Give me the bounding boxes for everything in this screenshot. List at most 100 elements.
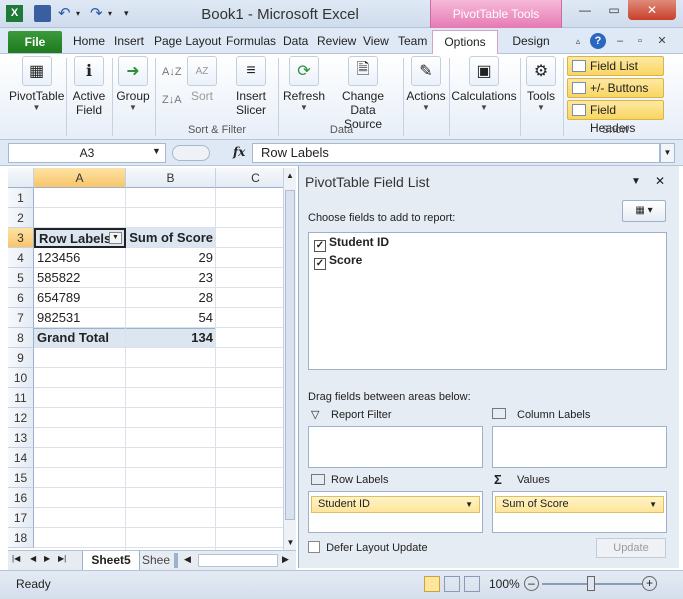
report-filter-area[interactable]: [308, 426, 483, 468]
group-button[interactable]: ➜ Group ▼: [115, 56, 151, 112]
row-header[interactable]: 4: [8, 248, 34, 268]
close-button[interactable]: ✕: [628, 0, 676, 20]
column-header-a[interactable]: A: [34, 168, 126, 188]
change-data-source-button[interactable]: 🗎 Change Data Source: [328, 56, 398, 131]
scroll-right-icon[interactable]: ▶: [282, 554, 289, 565]
scroll-down-icon[interactable]: ▼: [284, 538, 297, 547]
tab-review[interactable]: Review: [317, 34, 356, 48]
select-all-corner[interactable]: [8, 168, 34, 188]
field-student-id[interactable]: ✓ Student ID: [314, 235, 389, 252]
sort-za-icon[interactable]: Z↓A: [162, 94, 182, 106]
row-header[interactable]: 9: [8, 348, 34, 368]
field-list-toggle[interactable]: Field List: [567, 56, 664, 76]
tab-options[interactable]: Options: [432, 30, 498, 55]
column-labels-area[interactable]: [492, 426, 667, 468]
formula-bar-splitter[interactable]: [172, 145, 210, 161]
scroll-thumb[interactable]: [285, 190, 295, 520]
table-row-score[interactable]: 29: [126, 248, 216, 268]
next-sheet-icon[interactable]: ▶: [44, 554, 50, 563]
sort-az-icon[interactable]: A↓Z: [162, 66, 182, 78]
workbook-close-icon[interactable]: ✕: [654, 33, 670, 49]
row-header[interactable]: 17: [8, 508, 34, 528]
row-header[interactable]: 6: [8, 288, 34, 308]
page-break-view-icon[interactable]: [464, 576, 480, 592]
checkbox-student-id[interactable]: ✓: [314, 240, 326, 252]
field-score[interactable]: ✓ Score: [314, 253, 362, 270]
checkbox-defer-layout[interactable]: [308, 541, 320, 553]
table-row-score[interactable]: 54: [126, 308, 216, 328]
checkbox-score[interactable]: ✓: [314, 258, 326, 270]
field-headers-toggle[interactable]: Field Headers: [567, 100, 664, 135]
name-box[interactable]: A3: [8, 143, 166, 163]
row-header[interactable]: 12: [8, 408, 34, 428]
row-labels-area[interactable]: Student ID ▼: [308, 491, 483, 533]
normal-view-icon[interactable]: [424, 576, 440, 592]
table-row-id[interactable]: 982531: [34, 308, 126, 328]
row-header[interactable]: 14: [8, 448, 34, 468]
tab-view[interactable]: View: [363, 34, 389, 48]
insert-slicer-button[interactable]: ≡ Insert Slicer: [230, 56, 272, 117]
sheet-tab[interactable]: Shee: [142, 553, 170, 567]
value-field-chip[interactable]: Sum of Score ▼: [495, 496, 664, 513]
row-header[interactable]: 1: [8, 188, 34, 208]
values-area[interactable]: Sum of Score ▼: [492, 491, 667, 533]
actions-button[interactable]: ✎ Actions ▼: [406, 56, 446, 112]
row-field-chip[interactable]: Student ID ▼: [311, 496, 480, 513]
row-header[interactable]: 10: [8, 368, 34, 388]
grand-total-value[interactable]: 134: [126, 328, 216, 348]
defer-layout-update[interactable]: Defer Layout Update: [308, 541, 428, 554]
table-row-score[interactable]: 28: [126, 288, 216, 308]
zoom-in-icon[interactable]: +: [642, 576, 657, 591]
row-header[interactable]: 8: [8, 328, 34, 348]
pivottable-button[interactable]: ▦ PivotTable ▼: [9, 56, 64, 112]
chevron-down-icon[interactable]: ▼: [465, 497, 473, 512]
refresh-button[interactable]: ⟳ Refresh ▼: [283, 56, 325, 112]
active-field-button[interactable]: ℹ Active Field: [70, 56, 108, 117]
minimize-button[interactable]: —: [570, 0, 600, 20]
table-row-id[interactable]: 585822: [34, 268, 126, 288]
tab-insert[interactable]: Insert: [114, 34, 144, 48]
insert-function-icon[interactable]: fx: [233, 145, 245, 159]
tab-page-layout[interactable]: Page Layout: [154, 34, 221, 48]
row-header[interactable]: 2: [8, 208, 34, 228]
tab-data[interactable]: Data: [283, 34, 308, 48]
first-sheet-icon[interactable]: |◀: [12, 554, 20, 563]
table-row-score[interactable]: 23: [126, 268, 216, 288]
grand-total-label[interactable]: Grand Total: [34, 328, 126, 348]
worksheet-grid[interactable]: A B C 1 2 3 4 5 6 7 8 9 10 11 12 13 14 15 16 17 18 Row La…: [8, 168, 296, 550]
zoom-slider-thumb[interactable]: [587, 576, 595, 591]
pane-options-icon[interactable]: ▼: [631, 176, 641, 187]
sheet-tab-active[interactable]: Sheet5: [82, 551, 140, 571]
tab-split-handle[interactable]: [174, 553, 178, 568]
row-labels-header[interactable]: Row Labels ▼: [34, 228, 126, 248]
tab-formulas[interactable]: Formulas: [226, 34, 276, 48]
zoom-level[interactable]: 100%: [489, 577, 520, 591]
row-header[interactable]: 5: [8, 268, 34, 288]
horizontal-scrollbar[interactable]: [198, 554, 278, 567]
vertical-scrollbar[interactable]: ▲ ▼: [283, 168, 296, 550]
sort-button[interactable]: AZ Sort: [186, 56, 218, 103]
column-header-b[interactable]: B: [126, 168, 216, 188]
tab-home[interactable]: Home: [73, 34, 105, 48]
update-button[interactable]: Update: [596, 538, 666, 558]
expand-formula-bar-icon[interactable]: ▼: [660, 143, 675, 163]
row-header[interactable]: 16: [8, 488, 34, 508]
tools-button[interactable]: ⚙ Tools ▼: [523, 56, 559, 112]
row-header[interactable]: 15: [8, 468, 34, 488]
minimize-ribbon-icon[interactable]: ▵: [570, 33, 586, 49]
workbook-minimize-icon[interactable]: –: [612, 33, 628, 49]
pane-close-icon[interactable]: ✕: [655, 174, 665, 188]
row-header[interactable]: 18: [8, 528, 34, 548]
row-header[interactable]: 3: [8, 228, 34, 248]
tab-design[interactable]: Design: [502, 34, 560, 48]
filter-dropdown-icon[interactable]: ▼: [109, 232, 122, 244]
scroll-left-icon[interactable]: ◀: [184, 554, 191, 565]
buttons-toggle[interactable]: +/- Buttons: [567, 78, 664, 98]
row-header[interactable]: 13: [8, 428, 34, 448]
maximize-button[interactable]: ▭: [600, 0, 628, 20]
chevron-down-icon[interactable]: ▼: [152, 146, 161, 156]
chevron-down-icon[interactable]: ▼: [649, 497, 657, 512]
row-header[interactable]: 7: [8, 308, 34, 328]
workbook-restore-icon[interactable]: ▫: [632, 33, 648, 49]
help-icon[interactable]: ?: [590, 33, 606, 49]
